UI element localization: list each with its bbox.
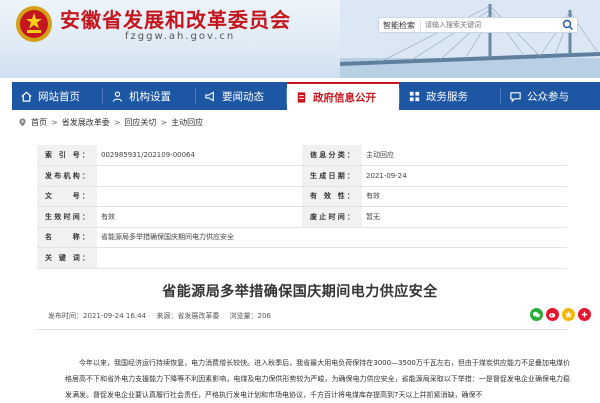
search-input[interactable] [421,21,551,29]
meta-key-validity: 有 效 性： [302,186,362,207]
share-bar [530,308,591,321]
meta-key-doc-no: 文 号： [37,186,97,207]
publish-time: 发布时间：2021-09-24 16:44 [48,312,147,320]
nav-item-label: 网站首页 [38,90,80,103]
weibo-icon[interactable] [546,308,559,321]
breadcrumb-link-response[interactable]: 回应关切 [124,117,156,128]
nav-item-public-participation[interactable]: 公众参与 [501,82,599,110]
breadcrumb-separator: > [51,118,58,127]
wechat-icon[interactable] [530,308,543,321]
meta-key-issuer: 发布机构： [37,165,97,187]
qzone-icon[interactable] [562,308,575,321]
article-info: 发布时间：2021-09-24 16:44 来源：省发展改革委 浏览量：206 [48,311,279,321]
meta-value-validity: 有效 [362,186,567,207]
article-body: 今年以来，我国经济运行持续恢复，电力消费增长较快。进入秋季后，我省最大用电负荷保… [65,359,570,399]
nav-item-home[interactable]: 网站首页 [12,82,102,110]
breadcrumb-separator: > [160,118,168,127]
breadcrumb-separator: > [113,118,121,127]
meta-value-doc-no [97,186,302,207]
meta-value-name: 省能源局多举措确保国庆期间电力供应安全 [97,227,567,248]
meta-value-keywords [97,247,567,269]
table-row: 关 键 词： [37,247,567,269]
table-row: 名 称： 省能源局多举措确保国庆期间电力供应安全 [37,227,567,248]
meta-key-keywords: 关 键 词： [37,247,97,269]
nav-item-organization[interactable]: 机构设置 [103,82,195,110]
org-icon [112,90,123,102]
search-label[interactable]: 智能检索 [379,19,421,31]
meta-key-name: 名 称： [37,227,97,248]
nav-item-label: 政务服务 [426,90,468,103]
meta-key-index-no: 索 引 号： [37,145,97,166]
breadcrumb: 首页 > 省发展改革委 > 回应关切 > 主动回应 [18,117,203,128]
site-domain: fzggw.ah.gov.cn [125,31,236,42]
nav-item-info-disclosure[interactable]: 政府信息公开 [287,82,399,110]
national-emblem-icon [16,6,52,42]
article-source: 来源：省发展改革委 [156,312,220,320]
meta-value-pub-date: 2021-09-24 [362,165,567,187]
more-icon[interactable] [578,308,591,321]
nav-item-label: 机构设置 [129,90,171,103]
table-row: 发布机构： 生成日期： 2021-09-24 [37,165,567,187]
breadcrumb-link-commission[interactable]: 省发展改革委 [62,117,110,128]
site-header: 安徽省发展和改革委员会 fzggw.ah.gov.cn 智能检索 [0,0,600,78]
table-row: 索 引 号： 002985931/202109-00064 信息分类： 主动回应 [37,145,567,166]
home-icon [21,91,32,102]
meta-value-abolish: 暂无 [362,206,567,228]
meta-value-effective: 有效 [97,206,302,228]
table-row: 文 号： 有 效 性： 有效 [37,186,567,207]
nav-item-label: 要闻动态 [222,90,264,103]
view-count: 浏览量：206 [229,312,271,320]
document-meta-table: 索 引 号： 002985931/202109-00064 信息分类： 主动回应… [37,145,567,269]
site-title: 安徽省发展和改革委员会 [60,8,291,32]
search-icon[interactable] [561,18,575,32]
divider [37,329,567,330]
meta-value-info-class: 主动回应 [362,145,567,166]
nav-item-label: 政府信息公开 [313,91,376,104]
meta-key-effective: 生效时间： [37,206,97,228]
main-nav: 网站首页 机构设置 要闻动态 政府信息公开 政务服务 公众参与 [12,82,600,110]
nav-item-news[interactable]: 要闻动态 [196,82,286,110]
nav-item-label: 公众参与 [527,90,569,103]
table-row: 生效时间： 有效 废止时间： 暂无 [37,206,567,228]
meta-value-issuer [97,165,302,187]
breadcrumb-link-home[interactable]: 首页 [31,117,47,128]
service-icon [409,91,420,101]
article-title: 省能源局多举措确保国庆期间电力供应安全 [162,284,438,300]
meta-key-pub-date: 生成日期： [302,165,362,187]
search-box: 智能检索 [378,17,578,33]
meta-key-abolish: 废止时间： [302,206,362,228]
breadcrumb-link-active-response[interactable]: 主动回应 [171,117,203,128]
chat-icon [510,91,521,102]
meta-key-info-class: 信息分类： [302,145,362,166]
document-icon [297,91,306,103]
nav-item-services[interactable]: 政务服务 [400,82,500,110]
megaphone-icon [205,90,214,102]
location-icon [19,118,26,127]
bridge-banner-image [340,0,600,78]
meta-value-index-no: 002985931/202109-00064 [97,145,302,166]
